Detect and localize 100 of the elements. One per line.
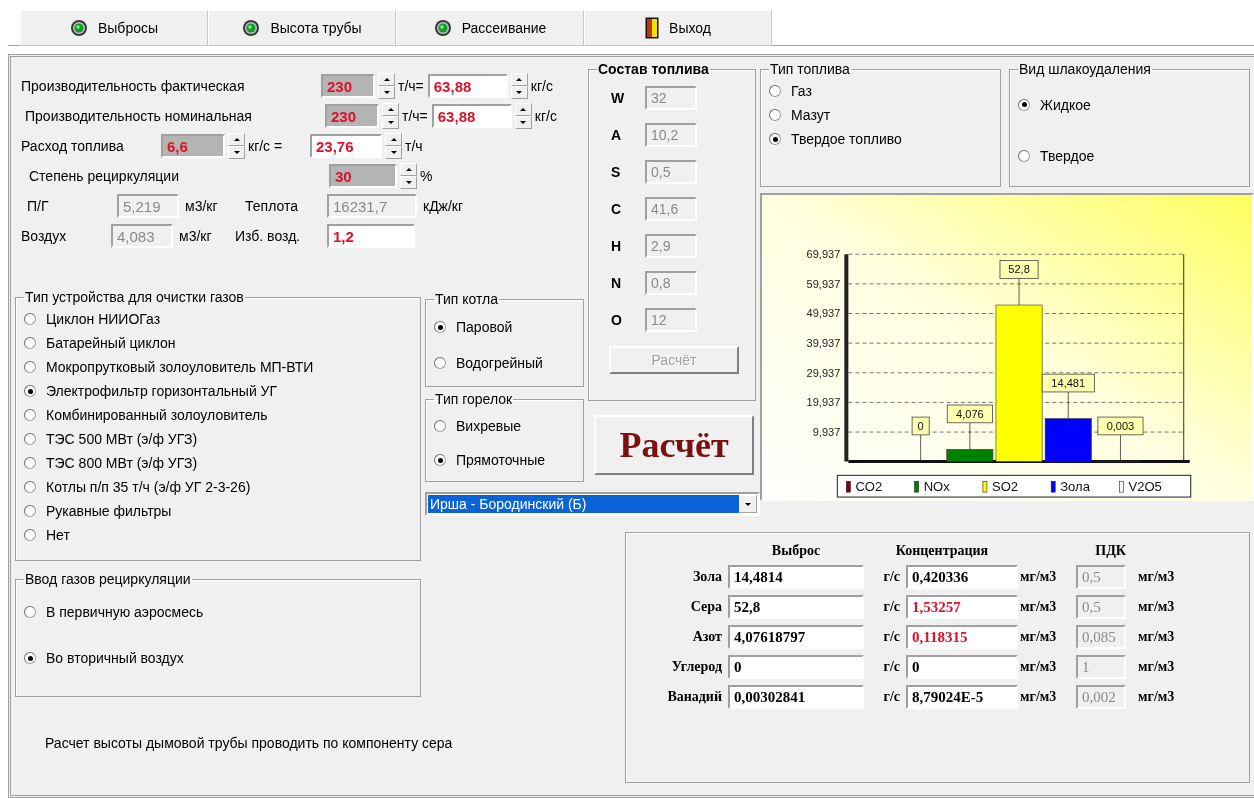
- radio-button[interactable]: [1018, 98, 1030, 111]
- radio-label[interactable]: Прямоточные: [456, 452, 545, 468]
- radio-button[interactable]: [434, 420, 446, 432]
- spin-up-button[interactable]: [228, 133, 245, 146]
- radio-label[interactable]: В первичную аэросмесь: [46, 604, 204, 620]
- radio-label[interactable]: ТЭС 800 МВт (э/ф УГЗ): [46, 455, 198, 471]
- radio-label[interactable]: Паровой: [456, 319, 513, 335]
- radio-button[interactable]: [24, 505, 36, 517]
- radio-button[interactable]: [769, 133, 781, 145]
- radio-button[interactable]: [434, 454, 446, 466]
- radio-label[interactable]: Электрофильтр горизонтальный УГ: [46, 383, 278, 399]
- spin-up-button[interactable]: [378, 73, 395, 86]
- radio-label[interactable]: Твердое: [1040, 148, 1095, 165]
- radio-label[interactable]: Нет: [46, 527, 70, 543]
- field-label: кг/с: [534, 108, 558, 124]
- toolbar-button[interactable]: Выход: [584, 10, 772, 46]
- legend-label: NOx: [923, 479, 951, 495]
- radio-label[interactable]: Циклон НИИОГаз: [46, 311, 161, 327]
- spin-down-button[interactable]: [400, 176, 417, 189]
- radio-button[interactable]: [24, 481, 36, 493]
- spin-up-button[interactable]: [510, 73, 528, 86]
- radio-button[interactable]: [24, 361, 36, 373]
- dropdown-arrow-button[interactable]: [739, 495, 757, 513]
- radio-label[interactable]: Во вторичный воздух: [46, 650, 184, 666]
- spin-down-button[interactable]: [228, 146, 245, 159]
- group-title: Тип котла: [434, 291, 500, 307]
- coal-dropdown[interactable]: Ирша - Бородинский (Б): [425, 492, 760, 516]
- note-text: Расчет высоты дымовой трубы проводить по компоненту сера: [44, 735, 454, 751]
- spin-down-button[interactable]: [514, 116, 532, 129]
- field-label: Воздух: [21, 228, 68, 244]
- radio-label[interactable]: Водогрейный: [456, 355, 543, 371]
- group-title: Тип топлива: [769, 61, 851, 77]
- spin-down-button[interactable]: [510, 86, 528, 99]
- radio-label[interactable]: ТЭС 500 МВт (э/ф УГЗ): [46, 431, 198, 447]
- column-header: Концентрация: [894, 543, 990, 559]
- spin-down-button[interactable]: [382, 116, 399, 129]
- radio-label[interactable]: Мазут: [791, 107, 831, 123]
- axis-tick-label: 49,937: [806, 307, 841, 320]
- radio-button[interactable]: [434, 357, 446, 369]
- radio-button[interactable]: [434, 321, 446, 333]
- field-label: Производительность номинальная: [25, 108, 253, 124]
- output-field: 0,420336: [906, 565, 1018, 589]
- spin-down-button[interactable]: [385, 146, 402, 159]
- input-field[interactable]: 63,88: [427, 74, 508, 98]
- radio-button[interactable]: [769, 109, 781, 121]
- output-field: 0,5: [1076, 565, 1126, 589]
- output-field: 14,4814: [728, 565, 864, 589]
- radio-button[interactable]: [24, 313, 36, 325]
- indicator-light-icon: [69, 19, 88, 37]
- output-field: 1,53257: [906, 595, 1018, 619]
- radio-label[interactable]: Вихревые: [456, 418, 522, 434]
- radio-button[interactable]: [24, 652, 36, 664]
- element-letter: N: [611, 274, 623, 291]
- output-field: 0,5: [1076, 595, 1126, 619]
- field-label: т/ч: [405, 138, 424, 154]
- input-field[interactable]: 23,76: [310, 134, 382, 158]
- radio-button[interactable]: [769, 85, 781, 97]
- row-label: Углерод: [670, 658, 723, 676]
- spin-up-button[interactable]: [514, 103, 532, 116]
- calculate-button[interactable]: Расчёт: [594, 415, 754, 475]
- toolbar-button[interactable]: Высота трубы: [208, 10, 396, 46]
- row-label: Ванадий: [666, 688, 723, 706]
- output-field: 1: [1076, 655, 1126, 679]
- radio-label[interactable]: Жидкое: [1040, 96, 1091, 113]
- toolbar-button[interactable]: Выбросы: [20, 10, 208, 46]
- spin-up-button[interactable]: [382, 103, 399, 116]
- group-title: Вид шлакоудаления: [1018, 61, 1152, 77]
- radio-button[interactable]: [24, 457, 36, 469]
- radio-button[interactable]: [24, 337, 36, 349]
- group-title: Тип устройства для очистки газов: [24, 289, 245, 305]
- radio-label[interactable]: Батарейный циклон: [46, 335, 176, 351]
- input-field[interactable]: 63,88: [431, 104, 512, 128]
- axis-tick-label: 39,937: [806, 337, 841, 350]
- output-field: 0,00302841: [728, 685, 864, 709]
- legend-item: NOx: [914, 479, 950, 495]
- unit-label: г/с: [882, 688, 901, 706]
- radio-button[interactable]: [24, 385, 36, 397]
- radio-button[interactable]: [24, 529, 36, 541]
- radio-button[interactable]: [24, 433, 36, 445]
- radio-button[interactable]: [24, 606, 36, 618]
- legend-item: Зола: [1050, 479, 1090, 495]
- spin-down-button[interactable]: [378, 86, 395, 99]
- output-field: 0: [728, 655, 864, 679]
- radio-label[interactable]: Мокропрутковый золоуловитель МП-ВТИ: [46, 359, 314, 375]
- field-label: кг/с: [530, 78, 554, 94]
- radio-label[interactable]: Твердое топливо: [791, 131, 902, 147]
- legend-label: CO2: [855, 479, 883, 495]
- legend-item: CO2: [846, 479, 883, 495]
- spin-up-button[interactable]: [400, 163, 417, 176]
- radio-label[interactable]: Газ: [791, 83, 812, 99]
- radio-label[interactable]: Комбинированный золоуловитель: [46, 407, 268, 423]
- door-icon: [645, 17, 660, 39]
- unit-label: г/с: [882, 658, 901, 676]
- radio-label[interactable]: Рукавные фильтры: [46, 503, 172, 519]
- input-field[interactable]: 1,2: [327, 224, 415, 248]
- radio-button[interactable]: [24, 409, 36, 421]
- radio-button[interactable]: [1018, 150, 1030, 163]
- toolbar-button[interactable]: Рассеивание: [396, 10, 584, 46]
- spin-up-button[interactable]: [385, 133, 402, 146]
- radio-label[interactable]: Котлы п/п 35 т/ч (э/ф УГ 2-3-26): [46, 479, 251, 495]
